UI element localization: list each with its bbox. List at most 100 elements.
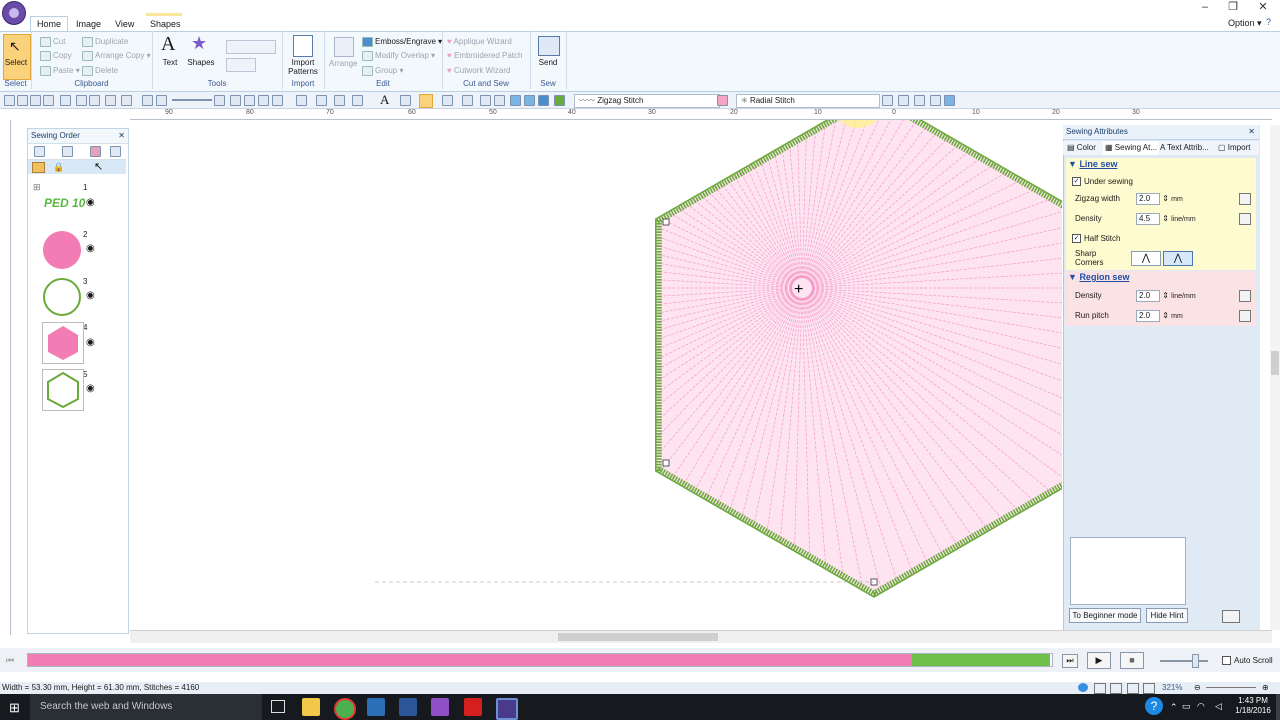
preview-icon[interactable] [89,95,100,106]
line-sew-header[interactable]: ▼ Line sew [1068,159,1117,169]
point-edit-icon[interactable] [442,95,453,106]
guide-icon[interactable] [244,95,255,106]
skip-start-icon[interactable]: ⏮ [6,655,14,666]
view-mode-icon[interactable] [1078,683,1088,692]
import-icon[interactable] [60,95,71,106]
duplicate-button[interactable]: Duplicate [82,37,128,47]
option-menu[interactable]: Option ▾ [1228,18,1262,29]
shapes-tool-button[interactable]: Shapes [186,58,216,67]
under-sewing-checkbox[interactable]: ✓ [1072,177,1081,187]
active-app-icon[interactable] [496,698,518,720]
undo-icon[interactable] [105,95,116,106]
save-as-icon[interactable] [43,95,54,106]
volume-icon[interactable]: ◁ [1215,701,1222,712]
default-icon[interactable] [1239,310,1251,322]
stitch-progress-track[interactable] [27,653,1053,667]
applique-wizard-button[interactable]: ♥ Applique Wizard [447,37,512,46]
default-icon[interactable] [1239,213,1251,225]
zoom-in-icon[interactable] [142,95,153,106]
tab-color[interactable]: ▤ Color [1067,141,1096,155]
hide-hint-button[interactable]: Hide Hint [1146,608,1188,623]
minimize-button[interactable]: – [1192,0,1218,16]
align-icon[interactable] [316,95,327,106]
horizontal-scrollbar[interactable] [130,630,1272,643]
grid-icon[interactable] [230,95,241,106]
line-density-spinner[interactable]: 4.5 ⇕ line/mm [1136,213,1196,225]
pan-tools[interactable] [226,58,256,72]
sewing-item-green-circle[interactable] [43,278,81,316]
half-stitch-row[interactable]: ✓ Half Stitch [1072,229,1262,248]
task-view-icon[interactable] [271,700,285,713]
network-icon[interactable]: ◠ [1197,701,1205,712]
arrange-copy-button[interactable]: Arrange Copy ▾ [82,51,151,61]
default-icon[interactable] [1239,193,1251,205]
zoom-out-icon[interactable] [156,95,167,106]
mail-app-icon[interactable] [367,698,385,716]
order-icon[interactable] [352,95,363,106]
stitch-edit-icon[interactable] [462,95,473,106]
fill-icon[interactable] [538,95,549,106]
copy-button[interactable]: Copy [40,51,72,61]
half-stitch-checkbox[interactable]: ✓ [1072,234,1081,244]
eye-icon[interactable]: ◉ [86,337,95,348]
taskbar-search[interactable]: Search the web and Windows [30,694,262,720]
open-file-icon[interactable] [17,95,28,106]
send-button[interactable]: Send [532,58,564,67]
sewing-item-pink-circle[interactable] [43,231,81,269]
help-icon[interactable]: ? [1266,17,1271,27]
show-desktop-button[interactable] [1276,694,1280,720]
background-icon[interactable] [944,95,955,106]
auto-scroll-option[interactable]: Auto Scroll [1222,656,1273,666]
group-button[interactable]: Group ▾ [362,66,403,76]
region-sew-header[interactable]: ▼ Region sew [1068,272,1129,282]
default-icon[interactable] [1239,290,1251,302]
windows-start-icon[interactable]: ⊞ [9,700,20,716]
cut-button[interactable]: Cut [40,37,65,47]
select-tool-icon[interactable] [419,94,433,108]
print-icon[interactable] [76,95,87,106]
needle-icon[interactable] [494,95,505,106]
region-property-icon[interactable] [914,95,925,106]
embroidered-patch-button[interactable]: ♥ Embroidered Patch [447,51,522,60]
arrange-button[interactable]: Arrange [329,59,357,68]
hoop-icon[interactable] [930,95,941,106]
region-color-swatch-icon[interactable] [717,95,728,106]
file-explorer-icon[interactable] [302,698,320,716]
sort-icon[interactable] [62,146,73,157]
view-2d-icon[interactable] [1094,683,1106,694]
text-tool-button[interactable]: Text [156,58,184,67]
show-icon[interactable] [32,162,45,173]
measure-icon[interactable] [258,95,269,106]
stitch-settings-icon[interactable] [882,95,893,106]
save-icon[interactable] [30,95,41,106]
eye-icon[interactable]: ◉ [86,383,95,394]
close-icon[interactable]: ✕ [118,129,125,143]
close-icon[interactable]: ✕ [1248,125,1255,139]
distribute-icon[interactable] [334,95,345,106]
paste-button[interactable]: Paste ▾ [40,66,80,76]
lock-icon[interactable]: 🔒 [53,162,64,173]
tab-text-attributes[interactable]: A Text Attrib... [1160,141,1209,155]
vertical-scrollbar-thumb[interactable] [1271,351,1279,375]
color-sort-icon[interactable] [90,146,101,157]
region-color-icon[interactable] [524,95,535,106]
corner-style-a-button[interactable]: ⋀ [1131,251,1161,266]
zoom-tools[interactable] [226,40,276,54]
design-canvas[interactable]: + [130,120,1062,630]
zoom-slider[interactable] [172,99,212,101]
delete-button[interactable]: Delete [82,66,118,76]
stop-button[interactable]: ■ [1120,652,1144,669]
tab-shapes[interactable]: Shapes [144,17,187,31]
realistic-view-icon[interactable] [1127,683,1139,694]
tab-image[interactable]: Image [70,17,107,31]
speed-slider[interactable] [1160,660,1208,662]
import-patterns-button[interactable]: Import Patterns [283,58,323,76]
mirror-icon[interactable] [296,95,307,106]
stitch-direction-icon[interactable] [898,95,909,106]
run-pitch-spinner[interactable]: 2.0 ⇕ mm [1136,310,1183,322]
emboss-button[interactable]: Emboss/Engrave ▾ [362,37,442,47]
view-3d-icon[interactable] [1110,683,1122,694]
region-density-spinner[interactable]: 2.0 ⇕ line/mm [1136,290,1196,302]
help-app-icon[interactable]: ? [1145,697,1163,715]
auto-scroll-checkbox[interactable] [1222,656,1231,666]
